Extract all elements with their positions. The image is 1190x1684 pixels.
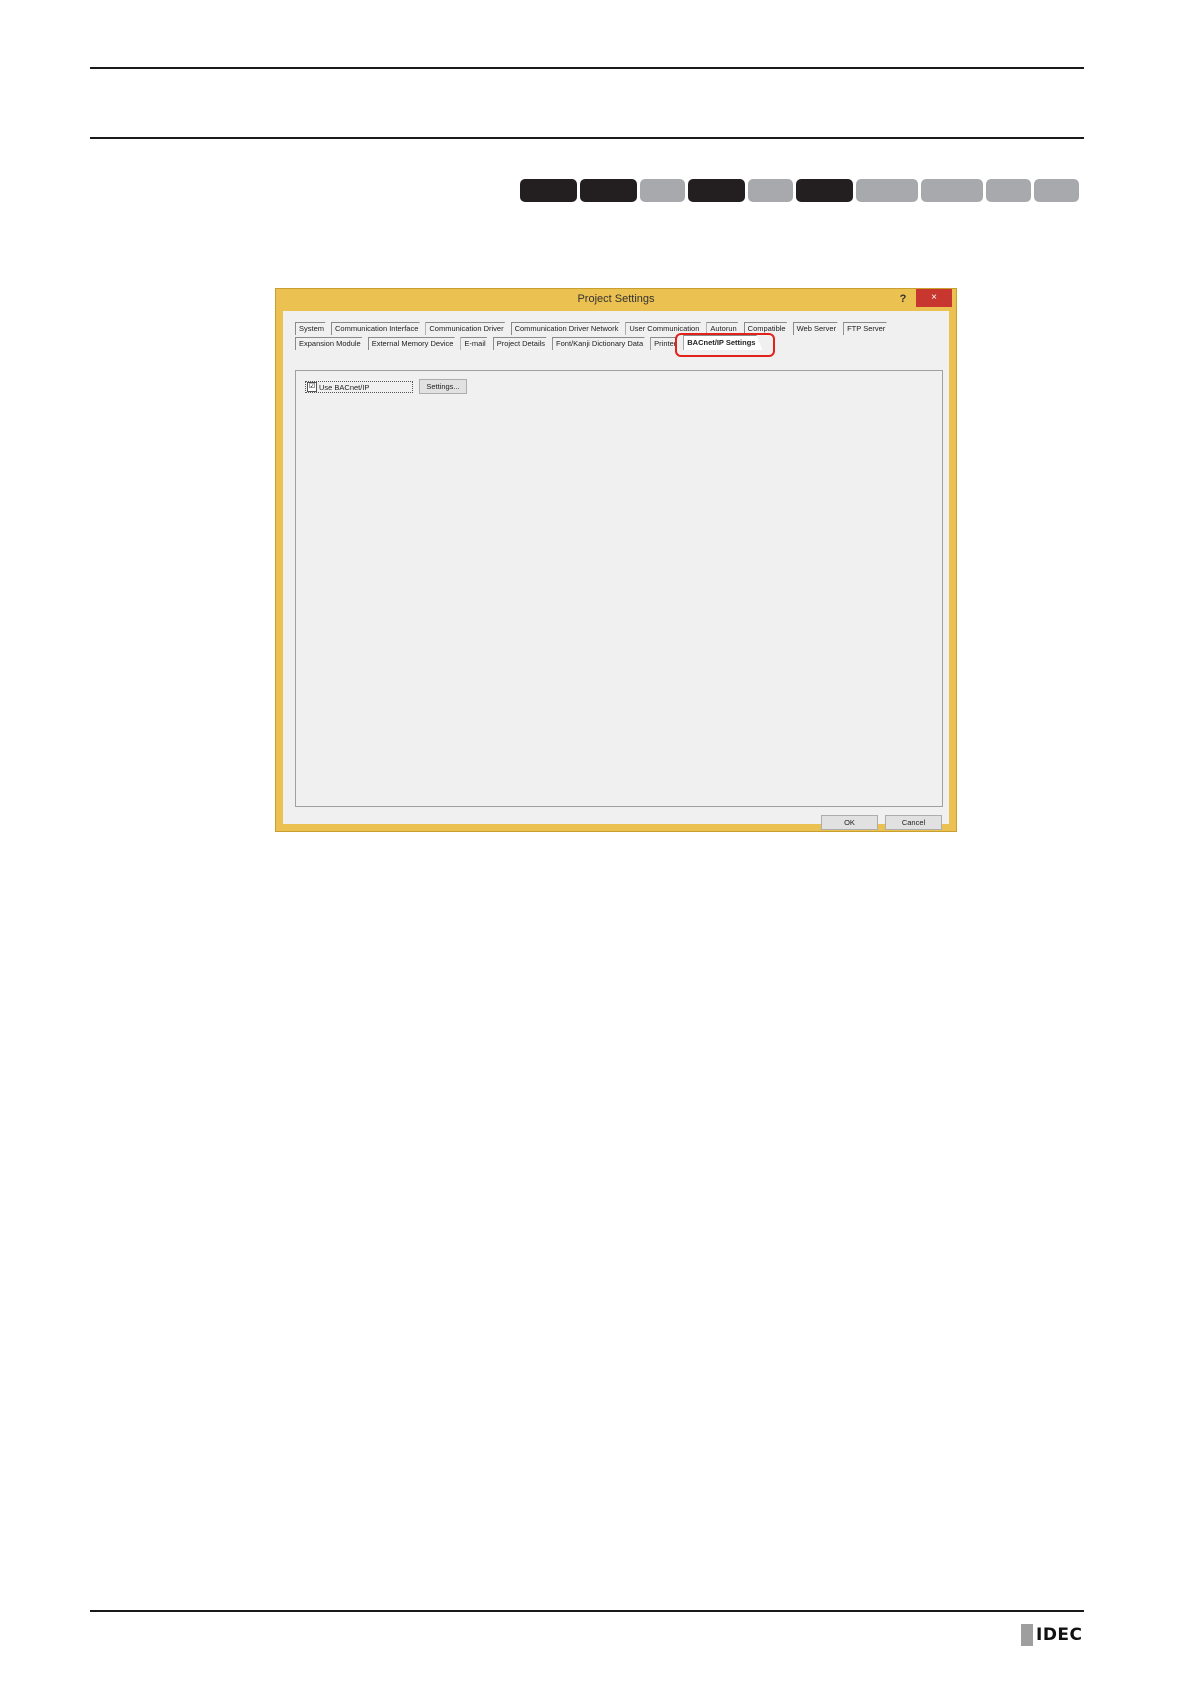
tab-communication-driver[interactable]: Communication Driver [425, 322, 510, 335]
cancel-button[interactable]: Cancel [885, 815, 942, 830]
ok-button[interactable]: OK [821, 815, 878, 830]
tab-communication-driver-network[interactable]: Communication Driver Network [511, 322, 626, 335]
model-pill [640, 179, 685, 202]
model-pill [520, 179, 577, 202]
tab-panel: ☑ Use BACnet/IP Settings... [295, 370, 943, 807]
logo-mark [1021, 1624, 1033, 1646]
model-indicator-bar [520, 179, 1079, 202]
model-pill [748, 179, 793, 202]
settings-button[interactable]: Settings... [419, 379, 467, 394]
active-tab-highlight [675, 333, 775, 357]
tab-font-kanji-dictionary-data[interactable]: Font/Kanji Dictionary Data [552, 337, 650, 350]
tab-external-memory-device[interactable]: External Memory Device [368, 337, 461, 350]
model-pill [856, 179, 918, 202]
model-pill [580, 179, 637, 202]
tab-system[interactable]: System [295, 322, 331, 335]
model-pill [796, 179, 853, 202]
help-icon[interactable]: ? [892, 290, 914, 308]
idec-logo: IDEC [1021, 1624, 1083, 1646]
tab-ftp-server[interactable]: FTP Server [843, 322, 892, 335]
logo-text: IDEC [1036, 1625, 1083, 1645]
model-pill [921, 179, 983, 202]
model-pill [1034, 179, 1079, 202]
footer-rule [90, 1610, 1084, 1612]
use-bacnet-checkbox[interactable]: ☑ [307, 382, 317, 392]
close-icon[interactable]: × [916, 289, 952, 307]
tab-row-1: System Communication Interface Communica… [295, 322, 892, 335]
use-bacnet-row[interactable]: ☑ Use BACnet/IP [305, 381, 413, 393]
tab-communication-interface[interactable]: Communication Interface [331, 322, 425, 335]
header-rule-top [90, 67, 1084, 69]
header-rule-bottom [90, 137, 1084, 139]
project-settings-dialog: Project Settings ? × System Communicatio… [275, 288, 957, 832]
model-pill [986, 179, 1031, 202]
dialog-titlebar[interactable]: Project Settings ? × [276, 289, 956, 311]
tab-project-details[interactable]: Project Details [493, 337, 552, 350]
tab-web-server[interactable]: Web Server [793, 322, 843, 335]
model-pill [688, 179, 745, 202]
use-bacnet-label: Use BACnet/IP [319, 382, 370, 392]
tab-expansion-module[interactable]: Expansion Module [295, 337, 368, 350]
tab-email[interactable]: E-mail [460, 337, 492, 350]
dialog-title: Project Settings [577, 293, 655, 305]
dialog-client: System Communication Interface Communica… [283, 311, 949, 830]
